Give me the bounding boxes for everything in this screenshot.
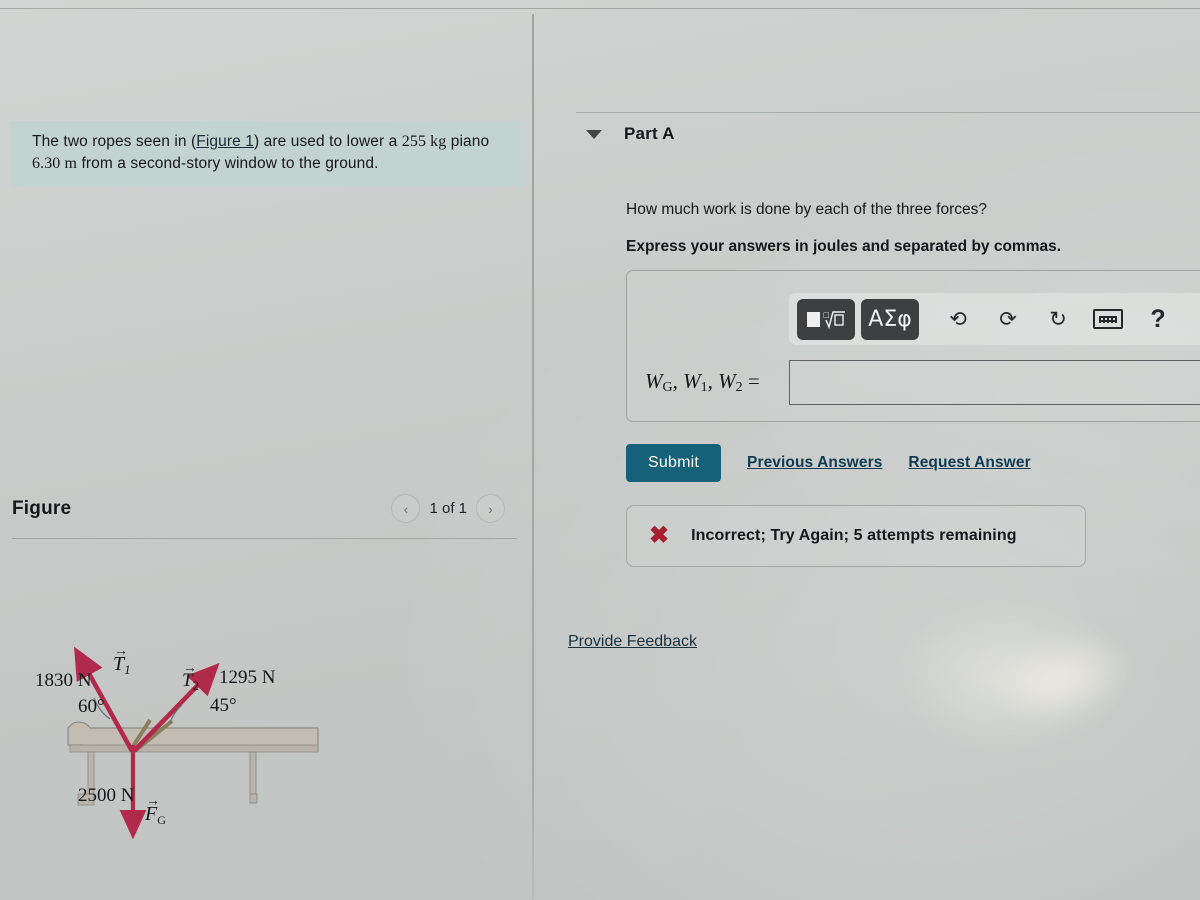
t1-vector-label: → T1 bbox=[113, 644, 131, 677]
request-answer-link[interactable]: Request Answer bbox=[908, 454, 1030, 472]
figure-counter: 1 of 1 bbox=[429, 500, 467, 517]
part-header: Part A bbox=[586, 124, 675, 144]
help-question-icon[interactable]: ? bbox=[1133, 299, 1183, 340]
answer-variable-label: WG, W1, W2 = bbox=[645, 369, 760, 395]
problem-text-after: ) are used to lower a bbox=[253, 133, 402, 150]
right-panel: Part A How much work is done by each of … bbox=[534, 0, 1200, 900]
triangle-down-icon[interactable] bbox=[586, 129, 602, 139]
keyboard-icon[interactable] bbox=[1083, 299, 1133, 340]
feedback-banner: ✖ Incorrect; Try Again; 5 attempts remai… bbox=[626, 505, 1086, 567]
fg-magnitude-label: 2500 N bbox=[78, 785, 135, 806]
problem-mass-value: 255 kg bbox=[401, 133, 447, 150]
svg-text:□: □ bbox=[823, 311, 830, 319]
figure-panel-title: Figure bbox=[12, 498, 72, 519]
previous-answers-link[interactable]: Previous Answers bbox=[747, 454, 882, 472]
figure-header-rule bbox=[12, 538, 517, 539]
question-instruction: Express your answers in joules and separ… bbox=[626, 238, 1062, 255]
action-row: Submit Previous Answers Request Answer bbox=[626, 444, 1031, 482]
provide-feedback-link[interactable]: Provide Feedback bbox=[568, 633, 697, 651]
figure-header: Figure ‹ 1 of 1 › bbox=[10, 492, 523, 538]
problem-distance-value: 6.30 m bbox=[32, 155, 78, 172]
submit-button[interactable]: Submit bbox=[626, 444, 721, 482]
undo-arrow-icon[interactable]: ⟲ bbox=[933, 299, 983, 340]
greek-symbols-button[interactable]: ΑΣφ bbox=[861, 298, 919, 340]
figure-prev-button[interactable]: ‹ bbox=[391, 494, 421, 523]
problem-text-end: from a second-story window to the ground… bbox=[77, 155, 379, 172]
filled-square-icon bbox=[807, 311, 820, 327]
refresh-circular-icon[interactable]: ↻ bbox=[1033, 299, 1083, 340]
x-mark-icon: ✖ bbox=[649, 522, 670, 549]
answer-entry-box: □ ΑΣφ ⟲ ⟳ ↻ ? WG, W1, W2 = bbox=[626, 270, 1200, 422]
t1-magnitude-label: 1830 N bbox=[35, 670, 92, 691]
chevron-left-icon: ‹ bbox=[403, 500, 409, 517]
answer-input[interactable] bbox=[789, 360, 1200, 405]
problem-statement: The two ropes seen in (Figure 1) are use… bbox=[10, 121, 523, 187]
problem-mid-text: piano bbox=[446, 133, 490, 150]
t1-angle-label: 60° bbox=[78, 696, 105, 717]
fg-vector-label: → FG bbox=[145, 794, 166, 827]
redo-arrow-icon[interactable]: ⟳ bbox=[983, 299, 1033, 340]
question-text: How much work is done by each of the thr… bbox=[626, 201, 987, 218]
t2-angle-label: 45° bbox=[210, 695, 237, 716]
nth-root-icon: □ bbox=[823, 308, 845, 330]
figure-1-link[interactable]: Figure 1 bbox=[196, 133, 254, 150]
t2-vector-label: → T2 bbox=[182, 661, 200, 693]
math-template-button[interactable]: □ bbox=[797, 298, 855, 340]
feedback-message: Incorrect; Try Again; 5 attempts remaini… bbox=[691, 527, 1017, 544]
part-section-rule bbox=[576, 112, 1200, 113]
figure-navigation: ‹ 1 of 1 › bbox=[391, 494, 505, 523]
figure-diagram: 1830 N 60° → T1 → T2 1295 N 45° 2500 N →… bbox=[10, 545, 523, 885]
problem-text-before: The two ropes seen in ( bbox=[32, 133, 197, 150]
figure-next-button[interactable]: › bbox=[476, 494, 505, 523]
math-toolbar: □ ΑΣφ ⟲ ⟳ ↻ ? bbox=[789, 293, 1200, 345]
chevron-right-icon: › bbox=[488, 500, 493, 517]
left-panel: The two ropes seen in (Figure 1) are use… bbox=[0, 0, 532, 900]
part-title: Part A bbox=[624, 124, 675, 143]
t2-magnitude-label: 1295 N bbox=[219, 667, 276, 688]
